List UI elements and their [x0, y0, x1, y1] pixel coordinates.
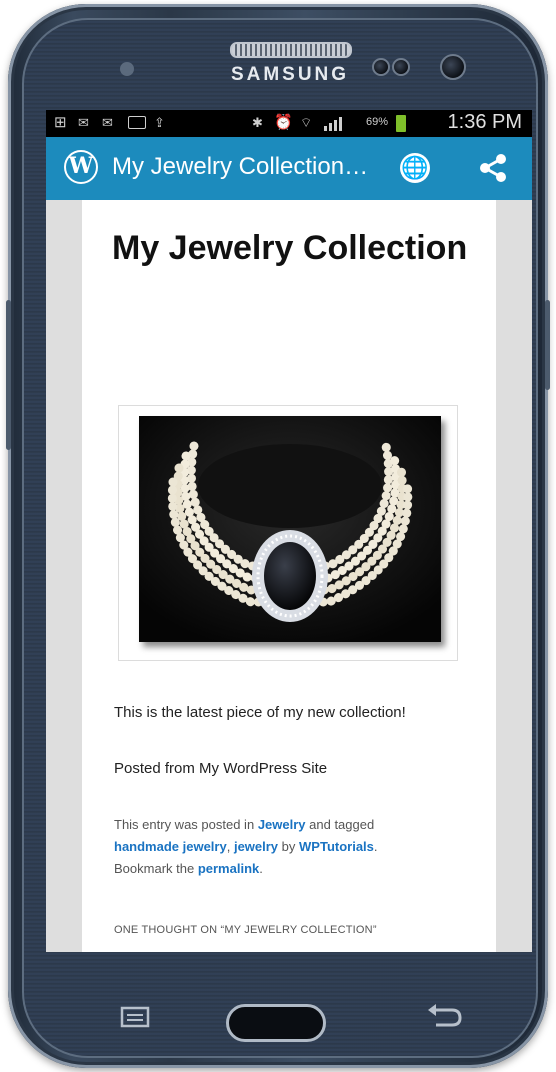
back-key-icon[interactable] — [424, 1004, 464, 1030]
signal-icon — [322, 115, 352, 131]
share-icon[interactable] — [476, 151, 510, 185]
author-link[interactable]: WPTutorials — [299, 839, 374, 854]
screen: ⊞ ✉ ✉ ⇪ ✱ ⏰ ⌔ 69% 1:36 PM W My Jewelry C… — [46, 110, 532, 952]
mail-icon: ✉ — [78, 115, 89, 130]
post-paragraph: Posted from My WordPress Site — [114, 760, 328, 777]
alarm-icon: ⏰ — [274, 114, 293, 131]
category-link[interactable]: Jewelry — [258, 817, 306, 832]
menu-key-icon[interactable] — [116, 1006, 154, 1028]
power-button[interactable] — [545, 300, 550, 390]
volume-button[interactable] — [6, 300, 11, 450]
light-sensor — [392, 58, 410, 76]
add-notification-icon: ⊞ — [54, 114, 67, 131]
notification-led — [120, 62, 134, 76]
tag-link[interactable]: jewelry — [234, 839, 278, 854]
upload-icon: ⇪ — [154, 115, 165, 130]
wifi-icon: ⌔ — [300, 115, 313, 130]
app-bar: W My Jewelry Collection… 🌐 — [46, 137, 532, 200]
app-title: My Jewelry Collection… — [112, 153, 369, 180]
post-paragraph: This is the latest piece of my new colle… — [114, 704, 406, 721]
globe-icon[interactable]: 🌐 — [400, 153, 430, 183]
tag-link[interactable]: handmade jewelry — [114, 839, 227, 854]
comments-heading: ONE THOUGHT ON “MY JEWELRY COLLECTION” — [114, 924, 377, 936]
calendar-icon — [128, 116, 146, 129]
brand-logo: SAMSUNG — [230, 64, 350, 85]
battery-percent: 69% — [366, 116, 389, 128]
meta-text: and tagged — [309, 817, 375, 832]
post-meta: This entry was posted in Jewelry and tag… — [114, 817, 378, 876]
necklace-image[interactable] — [139, 416, 441, 642]
post-content: My Jewelry Collection This is the latest… — [82, 200, 496, 952]
wordpress-logo-icon[interactable]: W — [64, 150, 98, 184]
clock: 1:36 PM — [447, 111, 522, 133]
meta-text: Bookmark the — [114, 861, 195, 876]
status-bar: ⊞ ✉ ✉ ⇪ ✱ ⏰ ⌔ 69% 1:36 PM — [46, 110, 532, 137]
battery-icon — [396, 115, 406, 132]
earpiece-speaker — [230, 42, 352, 58]
home-button[interactable] — [226, 1004, 326, 1042]
front-camera — [440, 54, 466, 80]
permalink-link[interactable]: permalink — [198, 861, 259, 876]
bluetooth-icon: ✱ — [252, 115, 263, 130]
meta-text: by — [281, 839, 296, 854]
mail-icon: ✉ — [102, 115, 113, 130]
meta-text: This entry was posted in — [114, 817, 255, 832]
image-frame — [118, 405, 458, 661]
post-title: My Jewelry Collection — [112, 229, 468, 267]
